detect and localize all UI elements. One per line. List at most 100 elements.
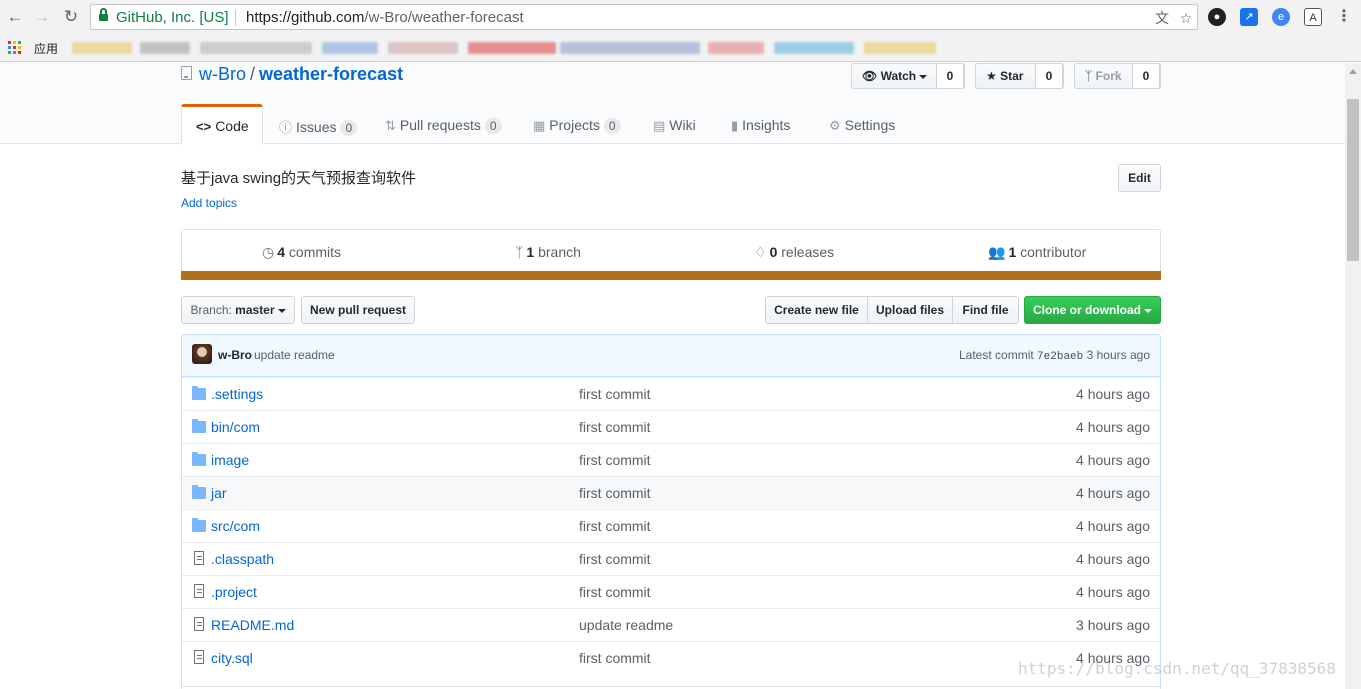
branch-select[interactable]: Branch: master	[181, 296, 295, 324]
table-row[interactable]: .classpath first commit 4 hours ago	[182, 542, 1160, 575]
apps-grid-icon[interactable]	[8, 41, 21, 54]
project-icon: ▦	[533, 118, 546, 133]
chevron-down-icon	[277, 308, 286, 313]
tab-code[interactable]: <> Code	[181, 104, 263, 145]
extension-icon[interactable]: ↗	[1240, 8, 1258, 26]
clone-or-download-button[interactable]: Clone or download	[1024, 296, 1161, 324]
table-row[interactable]: README.md update readme 3 hours ago	[182, 608, 1160, 641]
file-commit-message-link[interactable]: first commit	[579, 518, 651, 534]
tag-icon: ♢	[754, 244, 767, 260]
find-file-button[interactable]: Find file	[952, 296, 1019, 324]
address-bar[interactable]: GitHub, Inc. [US] https://github.com/w-B…	[90, 4, 1198, 30]
language-bar[interactable]	[181, 271, 1161, 280]
bookmark-item[interactable]	[322, 42, 378, 54]
tab-projects[interactable]: ▦ Projects 0	[533, 104, 621, 145]
fork-button[interactable]: ᛉ Fork 0	[1074, 63, 1161, 89]
file-name-link[interactable]: src/com	[211, 518, 260, 534]
repo-name-link[interactable]: weather-forecast	[259, 64, 403, 84]
translate-icon[interactable]: 文	[1153, 9, 1171, 27]
tab-settings[interactable]: ⚙ Settings	[829, 104, 895, 145]
extension-icon[interactable]: e	[1272, 8, 1290, 26]
commit-message-link[interactable]: update readme	[254, 348, 335, 362]
star-button[interactable]: ★ Star 0	[975, 63, 1064, 89]
url-text[interactable]: https://github.com/w-Bro/weather-forecas…	[246, 9, 524, 26]
add-topics-link[interactable]: Add topics	[181, 196, 237, 210]
edit-button[interactable]: Edit	[1118, 164, 1161, 192]
new-pull-request-button[interactable]: New pull request	[301, 296, 415, 324]
tab-wiki[interactable]: ▤ Wiki	[653, 104, 696, 145]
file-commit-message-link[interactable]: first commit	[579, 419, 651, 435]
bookmark-item[interactable]	[72, 42, 132, 54]
file-name-link[interactable]: jar	[211, 485, 227, 501]
contributors-link[interactable]: 👥 1 contributor	[988, 244, 1086, 261]
repo-owner-link[interactable]: w-Bro	[199, 64, 246, 84]
bookmark-item[interactable]	[864, 42, 936, 54]
table-row[interactable]: .project first commit 4 hours ago	[182, 575, 1160, 608]
file-commit-message-link[interactable]: first commit	[579, 584, 651, 600]
table-row[interactable]: src/com first commit 4 hours ago	[182, 509, 1160, 542]
commit-author-link[interactable]: w-Bro	[218, 348, 252, 362]
file-commit-message-link[interactable]: first commit	[579, 485, 651, 501]
file-name-link[interactable]: README.md	[211, 617, 294, 633]
create-new-file-button[interactable]: Create new file	[765, 296, 868, 324]
extension-icon[interactable]: A	[1304, 8, 1322, 26]
forward-button[interactable]: →	[31, 6, 53, 28]
bookmark-item[interactable]	[140, 42, 190, 54]
bookmark-item[interactable]	[560, 42, 700, 54]
file-age: 4 hours ago	[1076, 518, 1150, 534]
graph-icon: ▮	[731, 118, 739, 133]
git-pull-request-icon: ⇅	[385, 118, 396, 133]
tab-insights[interactable]: ▮ Insights	[731, 104, 790, 145]
file-name-link[interactable]: .settings	[211, 386, 263, 402]
bookmark-item[interactable]	[468, 42, 556, 54]
folder-icon	[192, 386, 206, 400]
watch-count[interactable]: 0	[936, 63, 964, 89]
fork-count[interactable]: 0	[1132, 63, 1160, 89]
extension-icon[interactable]: ●	[1208, 8, 1226, 26]
file-commit-message-link[interactable]: first commit	[579, 386, 651, 402]
vertical-dots-icon[interactable]: ⋮	[1333, 6, 1355, 28]
back-button[interactable]: ←	[4, 6, 26, 28]
file-name-link[interactable]: bin/com	[211, 419, 260, 435]
releases-link[interactable]: ♢ 0 releases	[754, 244, 834, 261]
file-name-link[interactable]: .project	[211, 584, 257, 600]
tab-pull-requests[interactable]: ⇅ Pull requests 0	[385, 104, 502, 145]
avatar[interactable]	[192, 344, 212, 364]
bookmark-item[interactable]	[388, 42, 458, 54]
reload-button[interactable]: ↻	[60, 6, 82, 28]
table-row[interactable]: city.sql first commit 4 hours ago	[182, 641, 1160, 674]
upload-files-button[interactable]: Upload files	[867, 296, 953, 324]
file-commit-message-link[interactable]: first commit	[579, 650, 651, 666]
table-row[interactable]: .settings first commit 4 hours ago	[182, 377, 1160, 410]
apps-label[interactable]: 应用	[34, 40, 58, 57]
watch-button[interactable]: 👁 Watch 0	[851, 63, 965, 89]
star-count[interactable]: 0	[1035, 63, 1063, 89]
table-row[interactable]: image first commit 4 hours ago	[182, 443, 1160, 476]
commits-link[interactable]: ◷ 4 commits	[262, 244, 341, 261]
file-commit-message-link[interactable]: first commit	[579, 551, 651, 567]
bookmark-item[interactable]	[774, 42, 854, 54]
page-scrollbar[interactable]	[1345, 63, 1361, 689]
table-row[interactable]: jar first commit 4 hours ago	[182, 476, 1160, 509]
file-icon	[194, 551, 204, 565]
bookmark-item[interactable]	[200, 42, 312, 54]
site-identity[interactable]: GitHub, Inc. [US]	[116, 9, 229, 26]
scroll-up-icon[interactable]	[1349, 69, 1357, 74]
github-repo-page: w-Bro / weather-forecast 👁 Watch 0 ★ Star …	[0, 63, 1345, 689]
branches-link[interactable]: ᛉ1 branch	[515, 244, 581, 260]
commit-sha-link[interactable]: 7e2baeb	[1037, 351, 1083, 363]
file-name-link[interactable]: image	[211, 452, 249, 468]
file-commit-message-link[interactable]: first commit	[579, 452, 651, 468]
file-name-link[interactable]: city.sql	[211, 650, 253, 666]
bookmark-item[interactable]	[708, 42, 764, 54]
tab-issues[interactable]: ⓘ Issues 0	[279, 104, 358, 145]
issues-counter: 0	[340, 120, 358, 136]
eye-icon: 👁	[862, 69, 878, 83]
scrollbar-thumb[interactable]	[1347, 99, 1359, 261]
table-row[interactable]: bin/com first commit 4 hours ago	[182, 410, 1160, 443]
commit-age: 3 hours ago	[1086, 348, 1150, 362]
repo-icon	[181, 66, 192, 80]
file-commit-message-link[interactable]: update readme	[579, 617, 673, 633]
file-name-link[interactable]: .classpath	[211, 551, 274, 567]
star-bookmark-icon[interactable]: ☆	[1177, 9, 1195, 27]
